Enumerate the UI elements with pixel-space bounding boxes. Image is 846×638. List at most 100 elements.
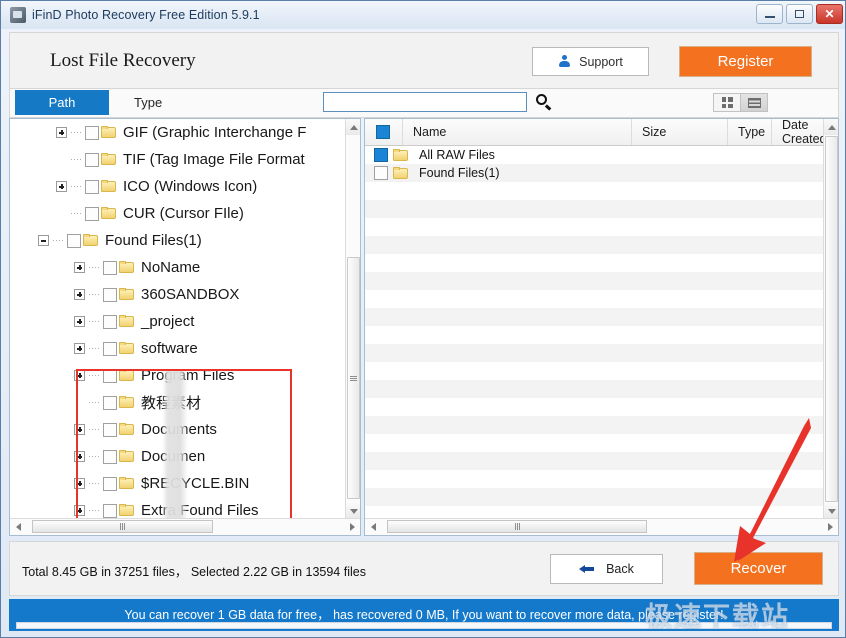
- column-header-type[interactable]: Type: [728, 119, 772, 145]
- list-scroll-up-button[interactable]: [824, 119, 839, 135]
- tree-item[interactable]: 360SANDBOX: [10, 281, 347, 308]
- list-scroll-left-button[interactable]: [365, 519, 381, 535]
- file-list-body[interactable]: All RAW FilesFound Files(1): [365, 146, 824, 519]
- list-view-button[interactable]: [740, 94, 767, 111]
- tree-item-checkbox[interactable]: [103, 261, 117, 275]
- tree-item-checkbox[interactable]: [85, 207, 99, 221]
- register-button[interactable]: Register: [679, 46, 812, 77]
- maximize-button[interactable]: [786, 4, 813, 24]
- tree-horizontal-scroll-thumb[interactable]: [32, 520, 213, 533]
- expand-icon[interactable]: [74, 478, 85, 489]
- tree-item-checkbox[interactable]: [103, 369, 117, 383]
- file-list-empty-row: [365, 344, 824, 362]
- file-list-row[interactable]: All RAW Files: [365, 146, 824, 164]
- folder-icon: [101, 153, 117, 166]
- tree-item[interactable]: Found Files(1): [10, 227, 347, 254]
- tree-item-checkbox[interactable]: [85, 153, 99, 167]
- tree-item[interactable]: Documents: [10, 416, 347, 443]
- tree-item-checkbox[interactable]: [103, 423, 117, 437]
- tree-item[interactable]: Documen: [10, 443, 347, 470]
- tree-scroll-right-button[interactable]: [344, 519, 360, 535]
- expand-icon[interactable]: [74, 451, 85, 462]
- tree-item[interactable]: TIF (Tag Image File Format: [10, 146, 347, 173]
- file-list-horizontal-scroll-thumb[interactable]: [387, 520, 647, 533]
- grid-view-button[interactable]: [714, 94, 740, 111]
- tree-item-checkbox[interactable]: [103, 315, 117, 329]
- expand-icon[interactable]: [74, 505, 85, 516]
- search-input[interactable]: [323, 92, 527, 112]
- tree-item-checkbox[interactable]: [85, 180, 99, 194]
- expand-icon[interactable]: [74, 262, 85, 273]
- file-list-vertical-scroll-thumb[interactable]: [825, 136, 838, 502]
- folder-tree[interactable]: GIF (Graphic Interchange F TIF (Tag Image…: [10, 119, 347, 519]
- tab-path[interactable]: Path: [15, 90, 109, 115]
- toolbar-row: Path Type: [9, 88, 839, 118]
- file-list-header: Name Size Type Date Created: [365, 119, 824, 146]
- expand-icon[interactable]: [74, 289, 85, 300]
- file-list-empty-row: [365, 326, 824, 344]
- column-header-name[interactable]: Name: [403, 119, 632, 145]
- tree-item-checkbox[interactable]: [103, 450, 117, 464]
- tree-item-label: 教程素材: [141, 392, 201, 413]
- file-list-horizontal-scrollbar[interactable]: [365, 518, 838, 535]
- expand-icon[interactable]: [74, 424, 85, 435]
- file-list-empty-row: [365, 488, 824, 506]
- tree-item-checkbox[interactable]: [67, 234, 81, 248]
- tree-scroll-up-button[interactable]: [346, 119, 361, 135]
- tree-guide-line: [89, 510, 101, 511]
- tab-type[interactable]: Type: [120, 90, 190, 115]
- file-list-empty-row: [365, 236, 824, 254]
- column-header-date[interactable]: Date Created: [772, 119, 824, 145]
- tree-item-label: CUR (Cursor FIle): [123, 205, 244, 222]
- column-header-size[interactable]: Size: [632, 119, 728, 145]
- support-button[interactable]: Support: [532, 47, 649, 76]
- expand-icon[interactable]: [74, 316, 85, 327]
- tree-item-checkbox[interactable]: [103, 396, 117, 410]
- search-icon[interactable]: [535, 93, 553, 111]
- tree-vertical-scroll-thumb[interactable]: [347, 257, 360, 499]
- tree-item[interactable]: ICO (Windows Icon): [10, 173, 347, 200]
- tree-item[interactable]: _project: [10, 308, 347, 335]
- file-list-empty-row: [365, 434, 824, 452]
- list-scroll-down-button[interactable]: [824, 503, 839, 519]
- expand-icon[interactable]: [74, 343, 85, 354]
- folder-tree-pane: GIF (Graphic Interchange F TIF (Tag Image…: [9, 118, 361, 536]
- tree-scroll-down-button[interactable]: [346, 503, 361, 519]
- application-window: iFinD Photo Recovery Free Edition 5.9.1 …: [0, 0, 846, 638]
- recover-button[interactable]: Recover: [694, 552, 823, 585]
- tree-item-checkbox[interactable]: [103, 288, 117, 302]
- tree-horizontal-scrollbar[interactable]: [10, 518, 360, 535]
- select-all-checkbox[interactable]: [376, 125, 390, 139]
- tree-item[interactable]: GIF (Graphic Interchange F: [10, 119, 347, 146]
- folder-icon: [393, 167, 409, 180]
- tree-item-label: Documents: [141, 421, 217, 438]
- close-button[interactable]: ✕: [816, 4, 843, 24]
- expand-icon[interactable]: [74, 370, 85, 381]
- tree-item[interactable]: NoName: [10, 254, 347, 281]
- tree-item-label: GIF (Graphic Interchange F: [123, 124, 306, 141]
- file-list-vertical-scrollbar[interactable]: [823, 119, 838, 519]
- select-all-cell[interactable]: [365, 119, 403, 145]
- tree-item[interactable]: software: [10, 335, 347, 362]
- file-list-row[interactable]: Found Files(1): [365, 164, 824, 182]
- tree-item-checkbox[interactable]: [103, 477, 117, 491]
- row-checkbox[interactable]: [374, 166, 388, 180]
- list-scroll-right-button[interactable]: [822, 519, 838, 535]
- tree-item-checkbox[interactable]: [85, 126, 99, 140]
- row-checkbox[interactable]: [374, 148, 388, 162]
- expand-icon[interactable]: [56, 127, 67, 138]
- expand-icon[interactable]: [56, 181, 67, 192]
- tree-item[interactable]: CUR (Cursor FIle): [10, 200, 347, 227]
- back-button[interactable]: Back: [550, 554, 663, 584]
- tree-guide-line: [89, 483, 101, 484]
- tree-item-checkbox[interactable]: [103, 342, 117, 356]
- tree-item[interactable]: 教程素材: [10, 389, 347, 416]
- tree-item[interactable]: $RECYCLE.BIN: [10, 470, 347, 497]
- tree-item-checkbox[interactable]: [103, 504, 117, 518]
- collapse-icon[interactable]: [38, 235, 49, 246]
- tree-item[interactable]: Extra Found Files: [10, 497, 347, 519]
- tree-vertical-scrollbar[interactable]: [345, 119, 360, 519]
- tree-item[interactable]: Program Files: [10, 362, 347, 389]
- minimize-button[interactable]: [756, 4, 783, 24]
- tree-scroll-left-button[interactable]: [10, 519, 26, 535]
